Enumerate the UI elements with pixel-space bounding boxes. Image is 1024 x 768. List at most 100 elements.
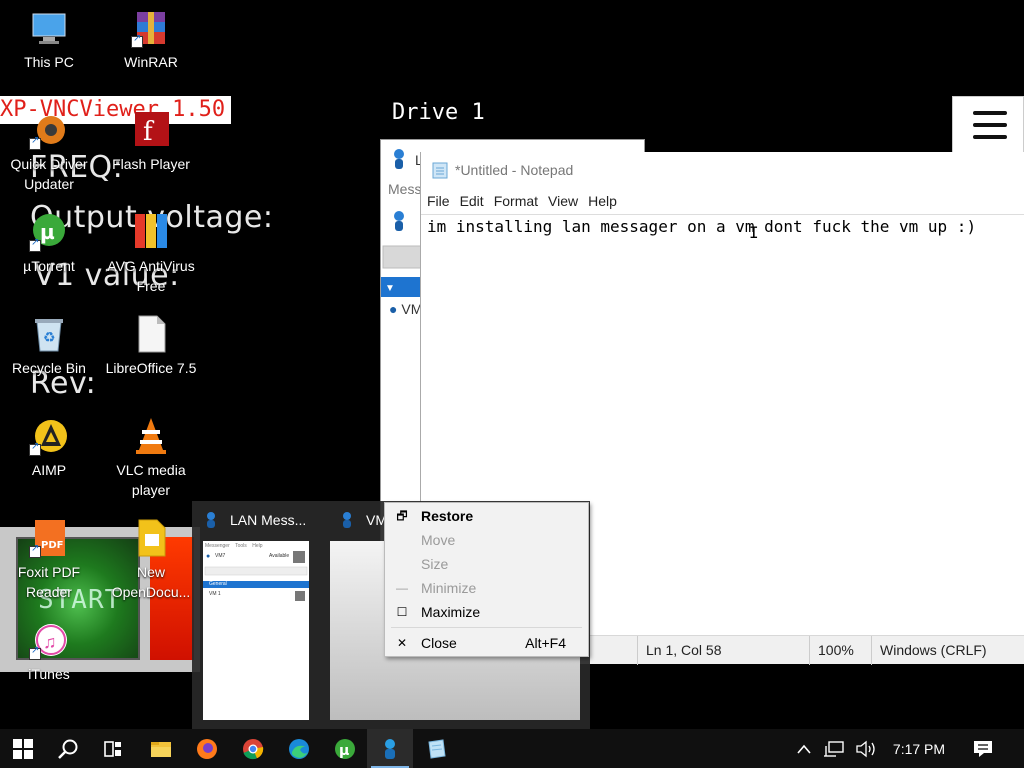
desktop-icon-label: iTunes <box>28 666 70 682</box>
svg-text:PDF: PDF <box>41 540 63 551</box>
folder-icon <box>151 741 171 757</box>
foxit-pdf-icon: PDF <box>29 518 69 558</box>
search-button[interactable] <box>45 729 91 768</box>
desktop-icon-new-opendocument[interactable]: New OpenDocu... <box>102 518 200 602</box>
user-icon: ● <box>389 301 398 317</box>
edge-icon <box>289 738 309 759</box>
taskbar-firefox[interactable] <box>184 729 230 768</box>
volume-tray-button[interactable] <box>852 729 880 768</box>
vnc-drive-label: Drive 1 <box>392 100 485 125</box>
thumbnail-title-label: LAN Mess... <box>230 512 307 528</box>
recycle-bin-icon: ♻ <box>29 314 69 354</box>
desktop-icon-this-pc[interactable]: This PC <box>0 8 98 72</box>
lan-messenger-icon <box>343 512 351 528</box>
svg-text:♫: ♫ <box>43 632 57 652</box>
desktop-icon-utorrent[interactable]: µ µTorrent <box>0 212 98 276</box>
task-view-button[interactable] <box>90 729 136 768</box>
menu-item-label: Move <box>421 532 456 548</box>
taskbar-clock[interactable]: 7:17 PM <box>884 729 954 768</box>
vnc-hamburger-button[interactable] <box>952 96 1024 154</box>
menu-item-move[interactable]: Move <box>385 528 588 552</box>
show-hidden-icons-button[interactable] <box>790 729 818 768</box>
chevron-down-icon: ▼ <box>385 283 395 294</box>
menu-edit[interactable]: Edit <box>460 193 490 209</box>
menu-format[interactable]: Format <box>494 193 544 209</box>
window-context-menu: 🗗 Restore Move Size — Minimize ☐ Maximiz… <box>384 502 589 657</box>
status-position: Ln 1, Col 58 <box>637 636 809 665</box>
close-icon: ✕ <box>396 636 408 650</box>
desktop-icon-label: Flash Player <box>112 156 190 172</box>
mini-group-label: General <box>209 581 227 587</box>
desktop-icon-label: VLC media player <box>116 462 186 498</box>
chrome-icon <box>243 738 264 759</box>
desktop-icon-recycle-bin[interactable]: ♻ Recycle Bin <box>0 314 98 378</box>
desktop-icon-label: LibreOffice 7.5 <box>105 360 197 376</box>
menu-item-size[interactable]: Size <box>385 552 588 576</box>
svg-text:♻: ♻ <box>43 329 56 345</box>
lan-messenger-icon <box>385 738 395 759</box>
opendocument-icon <box>131 518 171 558</box>
winrar-icon <box>131 8 171 48</box>
desktop-icon-winrar[interactable]: WinRAR <box>102 8 200 72</box>
network-tray-button[interactable] <box>820 729 848 768</box>
menu-item-minimize[interactable]: — Minimize <box>385 576 588 600</box>
lan-messenger-icon <box>207 512 215 528</box>
start-button[interactable] <box>0 729 46 768</box>
taskbar-lan-messenger[interactable] <box>367 729 413 768</box>
menu-view[interactable]: View <box>548 193 584 209</box>
taskbar-utorrent[interactable]: µ <box>322 729 368 768</box>
taskbar-edge[interactable] <box>276 729 322 768</box>
svg-text:µ: µ <box>40 220 55 244</box>
lan-user-entry[interactable]: ● VM <box>389 301 422 317</box>
menu-item-restore[interactable]: 🗗 Restore <box>385 504 588 528</box>
desktop-icon-label: WinRAR <box>124 54 178 70</box>
lan-user-status-icon[interactable] <box>391 210 407 235</box>
desktop-icon-vlc[interactable]: VLC media player <box>102 416 200 500</box>
notepad-icon <box>432 162 448 179</box>
taskbar-notepad[interactable] <box>413 729 459 768</box>
task-view-icon <box>104 740 121 757</box>
menu-item-close[interactable]: ✕ Close Alt+F4 <box>385 631 588 655</box>
notification-icon <box>974 740 992 757</box>
thumbnail-lan-messenger[interactable]: LAN Mess... Messenger Tools Help ● VM7 A… <box>192 501 326 729</box>
desktop-icon-label: Foxit PDF Reader <box>17 564 81 600</box>
status-line-ending: Windows (CRLF) <box>871 636 1021 665</box>
thumbnail-title: VM <box>338 511 387 529</box>
lan-title-icon <box>389 148 411 170</box>
notepad-menubar: File Edit Format View Help <box>421 188 1024 214</box>
utorrent-icon: µ <box>29 212 69 252</box>
flash-player-icon: f <box>131 110 171 150</box>
driver-updater-icon <box>29 110 69 150</box>
menu-item-maximize[interactable]: ☐ Maximize <box>385 600 588 624</box>
desktop-icon-avg-antivirus[interactable]: AVG AntiVirus Free <box>102 212 200 296</box>
menu-file[interactable]: File <box>427 193 456 209</box>
desktop-icon-label: New OpenDocu... <box>111 564 191 600</box>
notepad-content: im installing lan messager on a vm dont … <box>427 217 977 236</box>
text-cursor-icon: I <box>749 223 759 242</box>
menu-help[interactable]: Help <box>588 193 623 209</box>
desktop-icon-itunes[interactable]: ♫ iTunes <box>0 620 98 684</box>
desktop-icon-flash-player[interactable]: f Flash Player <box>102 110 200 174</box>
menu-separator <box>391 627 582 628</box>
desktop-icon-libreoffice[interactable]: LibreOffice 7.5 <box>102 314 200 378</box>
maximize-icon: ☐ <box>396 605 408 619</box>
menu-item-label: Maximize <box>421 604 481 620</box>
lan-menu-fragment[interactable]: Mess <box>388 181 421 197</box>
avg-antivirus-icon <box>131 212 171 252</box>
utorrent-icon: µ <box>335 738 355 759</box>
taskbar-file-explorer[interactable] <box>138 729 184 768</box>
menu-item-label: Minimize <box>421 580 477 596</box>
notepad-titlebar[interactable]: *Untitled - Notepad <box>421 152 1024 188</box>
menu-item-label: Close <box>421 635 457 651</box>
desktop-icon-foxit-pdf[interactable]: PDF Foxit PDF Reader <box>0 518 98 602</box>
desktop-icon-aimp[interactable]: AIMP <box>0 416 98 480</box>
taskbar-chrome[interactable] <box>230 729 276 768</box>
notifications-button[interactable] <box>960 729 1006 768</box>
restore-icon: 🗗 <box>396 509 408 523</box>
minimize-icon: — <box>396 581 408 595</box>
desktop-icon-quick-driver-updater[interactable]: Quick Driver Updater <box>0 110 98 194</box>
status-zoom: 100% <box>809 636 871 665</box>
desktop-icon-label: Recycle Bin <box>12 360 86 376</box>
thumbnail-preview: Messenger Tools Help ● VM7 Available Gen… <box>203 541 309 720</box>
taskbar: µ 7:17 PM <box>0 729 1024 768</box>
